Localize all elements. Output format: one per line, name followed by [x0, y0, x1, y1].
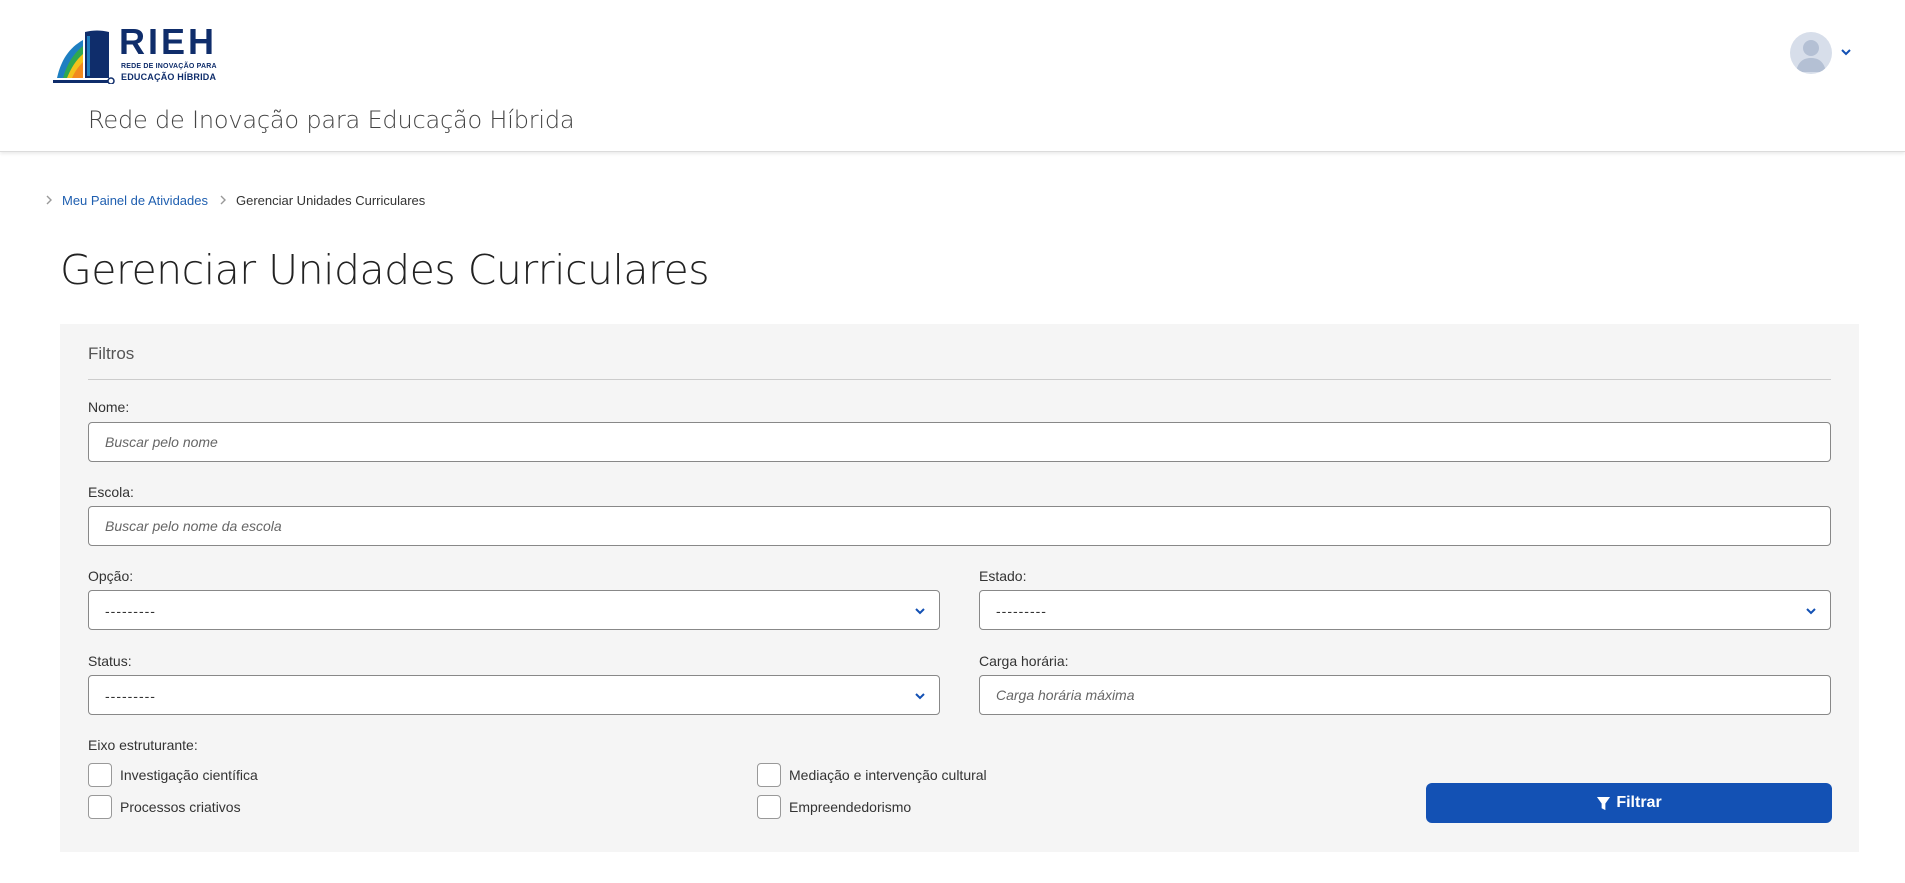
- eixo-option-investigacao[interactable]: Investigação científica: [88, 763, 258, 787]
- estado-select-value: ---------: [996, 603, 1047, 619]
- carga-label: Carga horária:: [979, 653, 1069, 669]
- checkbox[interactable]: [88, 795, 112, 819]
- eixo-option-empreendedorismo[interactable]: Empreendedorismo: [757, 795, 911, 819]
- logo-subtitle-line1: REDE DE INOVAÇÃO PARA: [121, 63, 217, 70]
- logo-title: RIEH: [119, 21, 218, 62]
- eixo-label: Eixo estruturante:: [88, 737, 198, 753]
- filter-submit-label: Filtrar: [1616, 794, 1662, 811]
- carga-input[interactable]: [979, 675, 1831, 715]
- chevron-down-icon: [915, 608, 925, 615]
- escola-input[interactable]: [88, 506, 1831, 546]
- opcao-select[interactable]: ---------: [88, 590, 940, 630]
- status-select-value: ---------: [105, 688, 156, 704]
- checkbox[interactable]: [757, 795, 781, 819]
- estado-select[interactable]: ---------: [979, 590, 1831, 630]
- nome-input[interactable]: [88, 422, 1831, 462]
- site-header: RIEH REDE DE INOVAÇÃO PARA EDUCAÇÃO HÍBR…: [0, 0, 1905, 152]
- filter-funnel-icon: [1597, 796, 1611, 810]
- chevron-right-icon: [46, 195, 52, 205]
- filter-panel-title: Filtros: [88, 344, 135, 363]
- rieh-logo[interactable]: RIEH REDE DE INOVAÇÃO PARA EDUCAÇÃO HÍBR…: [53, 21, 233, 84]
- chevron-down-icon: [1806, 608, 1816, 615]
- chevron-down-icon: [915, 693, 925, 700]
- checkbox-label: Empreendedorismo: [789, 799, 912, 815]
- breadcrumb-current: Gerenciar Unidades Curriculares: [235, 192, 426, 208]
- breadcrumb-link-painel[interactable]: Meu Painel de Atividades: [62, 193, 208, 208]
- site-name: Rede de Inovação para Educação Híbrida: [88, 106, 575, 134]
- checkbox-label: Mediação e intervenção cultural: [789, 767, 987, 783]
- filter-submit-button[interactable]: Filtrar: [1426, 783, 1832, 823]
- checkbox[interactable]: [88, 763, 112, 787]
- logo-subtitle: REDE DE INOVAÇÃO PARA EDUCAÇÃO HÍBRIDA: [121, 62, 217, 82]
- eixo-option-processos[interactable]: Processos criativos: [88, 795, 241, 819]
- user-silhouette-icon: [1796, 40, 1826, 72]
- opcao-label: Opção:: [88, 568, 134, 584]
- filter-panel: Filtros Nome: Escola: Opção: --------- E…: [60, 324, 1859, 852]
- logo-subtitle-line2: EDUCAÇÃO HÍBRIDA: [121, 72, 217, 82]
- eixo-option-mediacao[interactable]: Mediação e intervenção cultural: [757, 763, 987, 787]
- escola-label: Escola:: [88, 484, 134, 500]
- checkbox-label: Investigação científica: [120, 767, 258, 783]
- checkbox-label: Processos criativos: [120, 799, 241, 815]
- page-title: Gerenciar Unidades Curriculares: [60, 246, 710, 294]
- estado-label: Estado:: [979, 568, 1027, 584]
- opcao-select-value: ---------: [105, 603, 156, 619]
- status-label: Status:: [88, 653, 132, 669]
- divider: [88, 379, 1831, 380]
- user-menu-button[interactable]: [1790, 32, 1854, 74]
- status-select[interactable]: ---------: [88, 675, 940, 715]
- book-fan-logo-icon: [53, 30, 115, 84]
- checkbox[interactable]: [757, 763, 781, 787]
- chevron-down-icon[interactable]: [1840, 46, 1852, 58]
- nome-label: Nome:: [88, 399, 130, 415]
- breadcrumb: Meu Painel de Atividades Gerenciar Unida…: [44, 192, 425, 208]
- avatar[interactable]: [1790, 32, 1832, 74]
- chevron-right-icon: [220, 195, 226, 205]
